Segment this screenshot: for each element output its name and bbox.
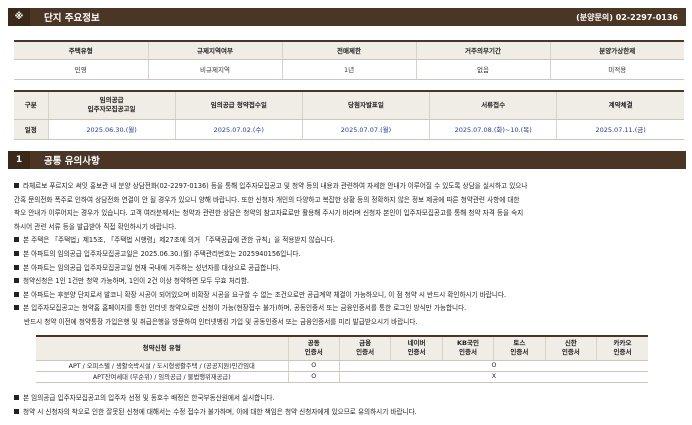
table-cell: 민영 [14,59,149,80]
schedule-table: 구분 임의공급 입주자모집공고일 임의공급 청약접수일 당첨자발표일 서류접수 … [14,90,684,140]
notice-text: 청약신청은 1인 1건만 청약 가능하며, 1인이 2건 이상 청약하면 모두 … [23,277,250,286]
table-row: 민영 비규제지역 1년 없음 미적용 [14,59,684,80]
section-title: 단지 주요정보 [44,13,100,24]
header-cell: 카카오 인증서 [596,335,648,361]
header-cell: 금융 인증서 [339,335,392,361]
contact-phone: 02-2297-0136 [615,12,678,22]
bullet-square-icon [14,250,19,256]
bullet-square-icon [14,264,19,270]
header-cell: 서류접수 [429,90,558,120]
header-cell: 계약체결 [556,90,684,120]
bullet-square-icon [14,291,19,297]
notice-item-cont: 착오 안내가 이루어지는 경우가 있습니다. 고객 여러분께서는 청약과 관련한… [14,207,682,221]
section-marker-icon: ※ [8,8,30,26]
type-cell: APT / 오피스텔 / 생활숙박시설 / 도시형생활주택 / (공공지원)민간… [36,360,289,372]
header-cell: 임의공급 입주자모집공고일 [48,90,176,120]
notice-text: 반드시 청약 이전에 청약통장 가입은행 및 취급은행을 방문하여 인터넷뱅킹 … [24,317,418,326]
bullet-square-icon [14,183,19,188]
section-title: 공통 유의사항 [44,156,100,167]
notice-item: 본 아파트는 후분양 단지로서 발코니 확장 시공이 되어있으며 비확장 시공을… [14,289,682,303]
notice-text: 하시어 관련 서류 등을 발급받아 직접 확인하시기 바랍니다. [14,222,177,231]
bullet-square-icon [14,278,19,284]
header-cell: 주택유형 [14,40,149,60]
mark-cell: O [288,371,340,383]
date-cell: 2025.07.11.(금) [556,119,684,140]
bullet-square-icon [14,237,19,243]
notice-item-cont: 간혹 문의전화 폭주로 인하여 상담전화 연결이 안 될 경우가 있으니 양해 … [14,194,682,208]
notice-item: 본 주택은 「주택법」제15조, 「주택법 시행령」제27조에 의거 「주택공급… [14,234,682,248]
date-cell: 2025.07.07.(월) [302,119,431,140]
notice-text: 본 아파트의 임의공급 입주자모집공고일은 2025.06.30.(월) 주택관… [23,249,301,258]
table-header-row: 주택유형 규제지역여부 전매제한 거주의무기간 분양가상한제 [14,40,684,60]
notice-list: 라체르보 푸르지오 써밋 홍보관 내 분양 상담전화(02-2297-0136)… [14,180,682,330]
notice-item: 본 아파트는 임의공급 입주자모집공고일 현재 국내에 거주하는 성년자를 대상… [14,262,682,276]
notice-item: 본 아파트의 임의공급 입주자모집공고일은 2025.06.30.(월) 주택관… [14,248,682,262]
notice-item-indent: 반드시 청약 이전에 청약통장 가입은행 및 취급은행을 방문하여 인터넷뱅킹 … [14,316,682,330]
section-number: 1 [8,151,30,169]
bullet-square-icon [14,395,19,400]
table-row: APT / 오피스텔 / 생활숙박시설 / 도시형생활주택 / (공공지원)민간… [36,360,648,372]
date-cell: 2025.07.08.(화)~10.(목) [429,119,558,140]
date-cell: 2025.06.30.(월) [48,119,176,140]
notice-item-cont: 하시어 관련 서류 등을 발급받아 직접 확인하시기 바랍니다. [14,221,682,235]
section-header-common-notice: 1 공통 유의사항 [8,151,686,169]
bullet-square-icon [14,305,19,311]
header-cell: 구분 [14,90,49,120]
table-row: APT잔여세대 (무순위) / 임의공급 / 불법행위재공급) O X [36,371,648,383]
type-cell: APT잔여세대 (무순위) / 임의공급 / 불법행위재공급) [36,371,289,383]
header-cell: 규제지역여부 [148,40,283,60]
mark-cell: O [339,360,648,372]
notice-item: 청약신청은 1인 1건만 청약 가능하며, 1인이 2건 이상 청약하면 모두 … [14,275,682,289]
bullet-square-icon [14,408,19,414]
notice-text: 본 아파트는 후분양 단지로서 발코니 확장 시공이 되어있으며 비확장 시공을… [23,290,507,299]
header-cell: 분양가상한제 [550,40,684,60]
notice-text: 청약 시 신청자의 착오로 인한 잘못된 신청에 대해서는 수정 접수가 불가하… [23,407,417,416]
header-cell: 공동 인증서 [288,335,340,361]
notice-text: 간혹 문의전화 폭주로 인하여 상담전화 연결이 안 될 경우가 있으니 양해 … [14,195,520,204]
contact-label: (분양문의) [576,12,613,22]
mark-cell: O [288,360,340,372]
header-cell: 신한 인증서 [545,335,598,361]
header-cell: 거주의무기간 [416,40,551,60]
table-row: 일정 2025.06.30.(월) 2025.07.02.(수) 2025.07… [14,119,684,140]
notice-text: 본 주택은 「주택법」제15조, 「주택법 시행령」제27조에 의거 「주택공급… [23,236,336,245]
contact-info: (분양문의) 02-2297-0136 [576,12,678,23]
table-cell: 비규제지역 [148,59,283,80]
notice-item: 본 임의공급 입주자모집공고의 입주자 선정 및 동호수 배정은 한국부동산원에… [14,392,682,406]
notice-text: 라체르보 푸르지오 써밋 홍보관 내 분양 상담전화(02-2297-0136)… [23,182,528,190]
notice-item: 라체르보 푸르지오 써밋 홍보관 내 분양 상담전화(02-2297-0136)… [14,180,682,194]
header-cell: 토스 인증서 [493,335,546,361]
footer-notice-list: 본 임의공급 입주자모집공고의 입주자 선정 및 동호수 배정은 한국부동산원에… [14,392,682,419]
certificate-table: 청약신청 유형 공동 인증서 금융 인증서 네이버 인증서 KB국민 인증서 토… [36,335,648,383]
notice-item: 본 입주자모집공고는 청약홈 홈페이지를 통한 인터넷 청약으로만 신청이 가능… [14,302,682,316]
table-cell: 없음 [416,59,551,80]
header-cell: KB국민 인증서 [442,335,495,361]
table-header-row: 청약신청 유형 공동 인증서 금융 인증서 네이버 인증서 KB국민 인증서 토… [36,335,648,361]
table-cell: 미적용 [550,59,684,80]
notice-text: 본 아파트는 임의공급 입주자모집공고일 현재 국내에 거주하는 성년자를 대상… [23,263,281,272]
table-header-row: 구분 임의공급 입주자모집공고일 임의공급 청약접수일 당첨자발표일 서류접수 … [14,90,684,120]
date-cell: 2025.07.02.(수) [175,119,303,140]
mark-cell: X [339,371,648,383]
notice-text: 본 입주자모집공고는 청약홈 홈페이지를 통한 인터넷 청약으로만 신청이 가능… [23,304,467,313]
header-cell: 전매제한 [282,40,417,60]
header-cell: 당첨자발표일 [302,90,431,120]
notice-item: 청약 시 신청자의 착오로 인한 잘못된 신청에 대해서는 수정 접수가 불가하… [14,406,682,420]
header-cell: 네이버 인증서 [390,335,443,361]
notice-text: 착오 안내가 이루어지는 경우가 있습니다. 고객 여러분께서는 청약과 관련한… [14,209,524,218]
complex-info-table: 주택유형 규제지역여부 전매제한 거주의무기간 분양가상한제 민영 비규제지역 … [14,40,684,80]
notice-text: 본 임의공급 입주자모집공고의 입주자 선정 및 동호수 배정은 한국부동산원에… [23,394,275,402]
table-cell: 1년 [282,59,417,80]
row-label: 일정 [14,119,49,140]
section-header-complex-info: ※ 단지 주요정보 (분양문의) 02-2297-0136 [8,8,686,26]
header-cell: 임의공급 청약접수일 [175,90,303,120]
header-cell: 청약신청 유형 [36,335,289,361]
